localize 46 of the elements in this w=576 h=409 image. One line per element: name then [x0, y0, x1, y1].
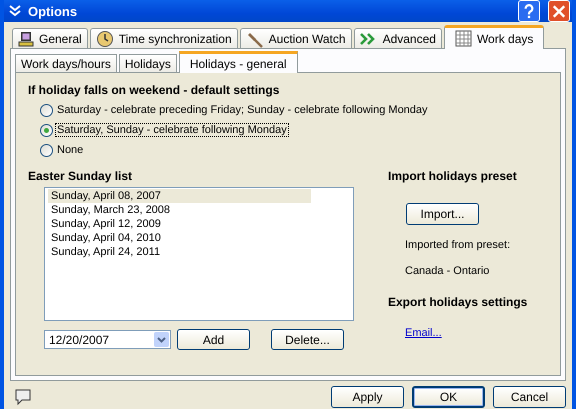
- section-heading: If holiday falls on weekend - default settings: [28, 83, 280, 97]
- easter-sunday-list[interactable]: Sunday, April 08, 2007 Sunday, March 23, 2008 Sunday, April 12, 2009 Sunday, April 04, 2010 Sunday, April 24, 2011: [44, 187, 354, 321]
- tab[interactable]: Work days: [444, 25, 544, 49]
- radio-label: Saturday, Sunday - celebrate following Monday: [55, 123, 289, 137]
- subtab[interactable]: Work days/hours: [15, 54, 117, 72]
- radio-button[interactable]: [40, 104, 53, 116]
- speech-bubble-help-icon[interactable]: [14, 388, 32, 406]
- list-item[interactable]: Sunday, April 24, 2011: [48, 245, 311, 259]
- radio-button[interactable]: [40, 144, 53, 156]
- radio-button[interactable]: [40, 124, 53, 136]
- add-button[interactable]: Add: [177, 329, 250, 350]
- subtab[interactable]: Holidays: [118, 54, 177, 72]
- radio-option[interactable]: Saturday, Sunday - celebrate following Monday: [40, 123, 552, 137]
- grid-icon: [454, 30, 472, 47]
- help-button[interactable]: [518, 0, 540, 22]
- section-heading: Import holidays preset: [388, 169, 518, 183]
- list-item[interactable]: Sunday, April 12, 2009: [48, 217, 311, 231]
- list-item[interactable]: Sunday, April 08, 2007: [48, 189, 311, 203]
- tab[interactable]: Auction Watch: [240, 28, 352, 48]
- dialog-button[interactable]: Apply: [331, 386, 404, 408]
- section-heading: Easter Sunday list: [28, 169, 134, 183]
- tab[interactable]: General: [12, 28, 88, 48]
- delete-button[interactable]: Delete...: [271, 329, 344, 350]
- dialog-button[interactable]: OK: [412, 386, 485, 408]
- date-value: 12/20/2007: [49, 332, 110, 346]
- list-item[interactable]: Sunday, April 04, 2010: [48, 231, 311, 245]
- radio-label: None: [56, 143, 84, 157]
- date-dropdown[interactable]: 12/20/2007: [44, 330, 171, 349]
- window-title: Options: [28, 4, 78, 18]
- radio-option[interactable]: Saturday - celebrate preceding Friday; Sunday - celebrate following Monday: [40, 103, 552, 117]
- computer-icon: [18, 30, 34, 46]
- dialog-button[interactable]: Cancel: [493, 386, 566, 408]
- radio-label: Saturday - celebrate preceding Friday; Sunday - celebrate following Monday: [56, 103, 429, 117]
- section-heading: Export holidays settings: [388, 295, 528, 309]
- tab[interactable]: Advanced: [354, 28, 442, 48]
- clock-icon: [96, 30, 114, 48]
- tab[interactable]: Time synchronization: [90, 28, 238, 48]
- double-chevron-icon: [8, 4, 22, 18]
- radio-option[interactable]: None: [40, 143, 552, 157]
- imported-label: Imported from preset:: [405, 239, 512, 251]
- close-button[interactable]: [548, 0, 570, 22]
- preset-name: Canada - Ontario: [405, 265, 490, 277]
- import-button[interactable]: Import...: [406, 203, 479, 225]
- subtab[interactable]: Holidays - general: [178, 51, 298, 73]
- email-link[interactable]: Email...: [405, 327, 442, 339]
- list-item[interactable]: Sunday, March 23, 2008: [48, 203, 311, 217]
